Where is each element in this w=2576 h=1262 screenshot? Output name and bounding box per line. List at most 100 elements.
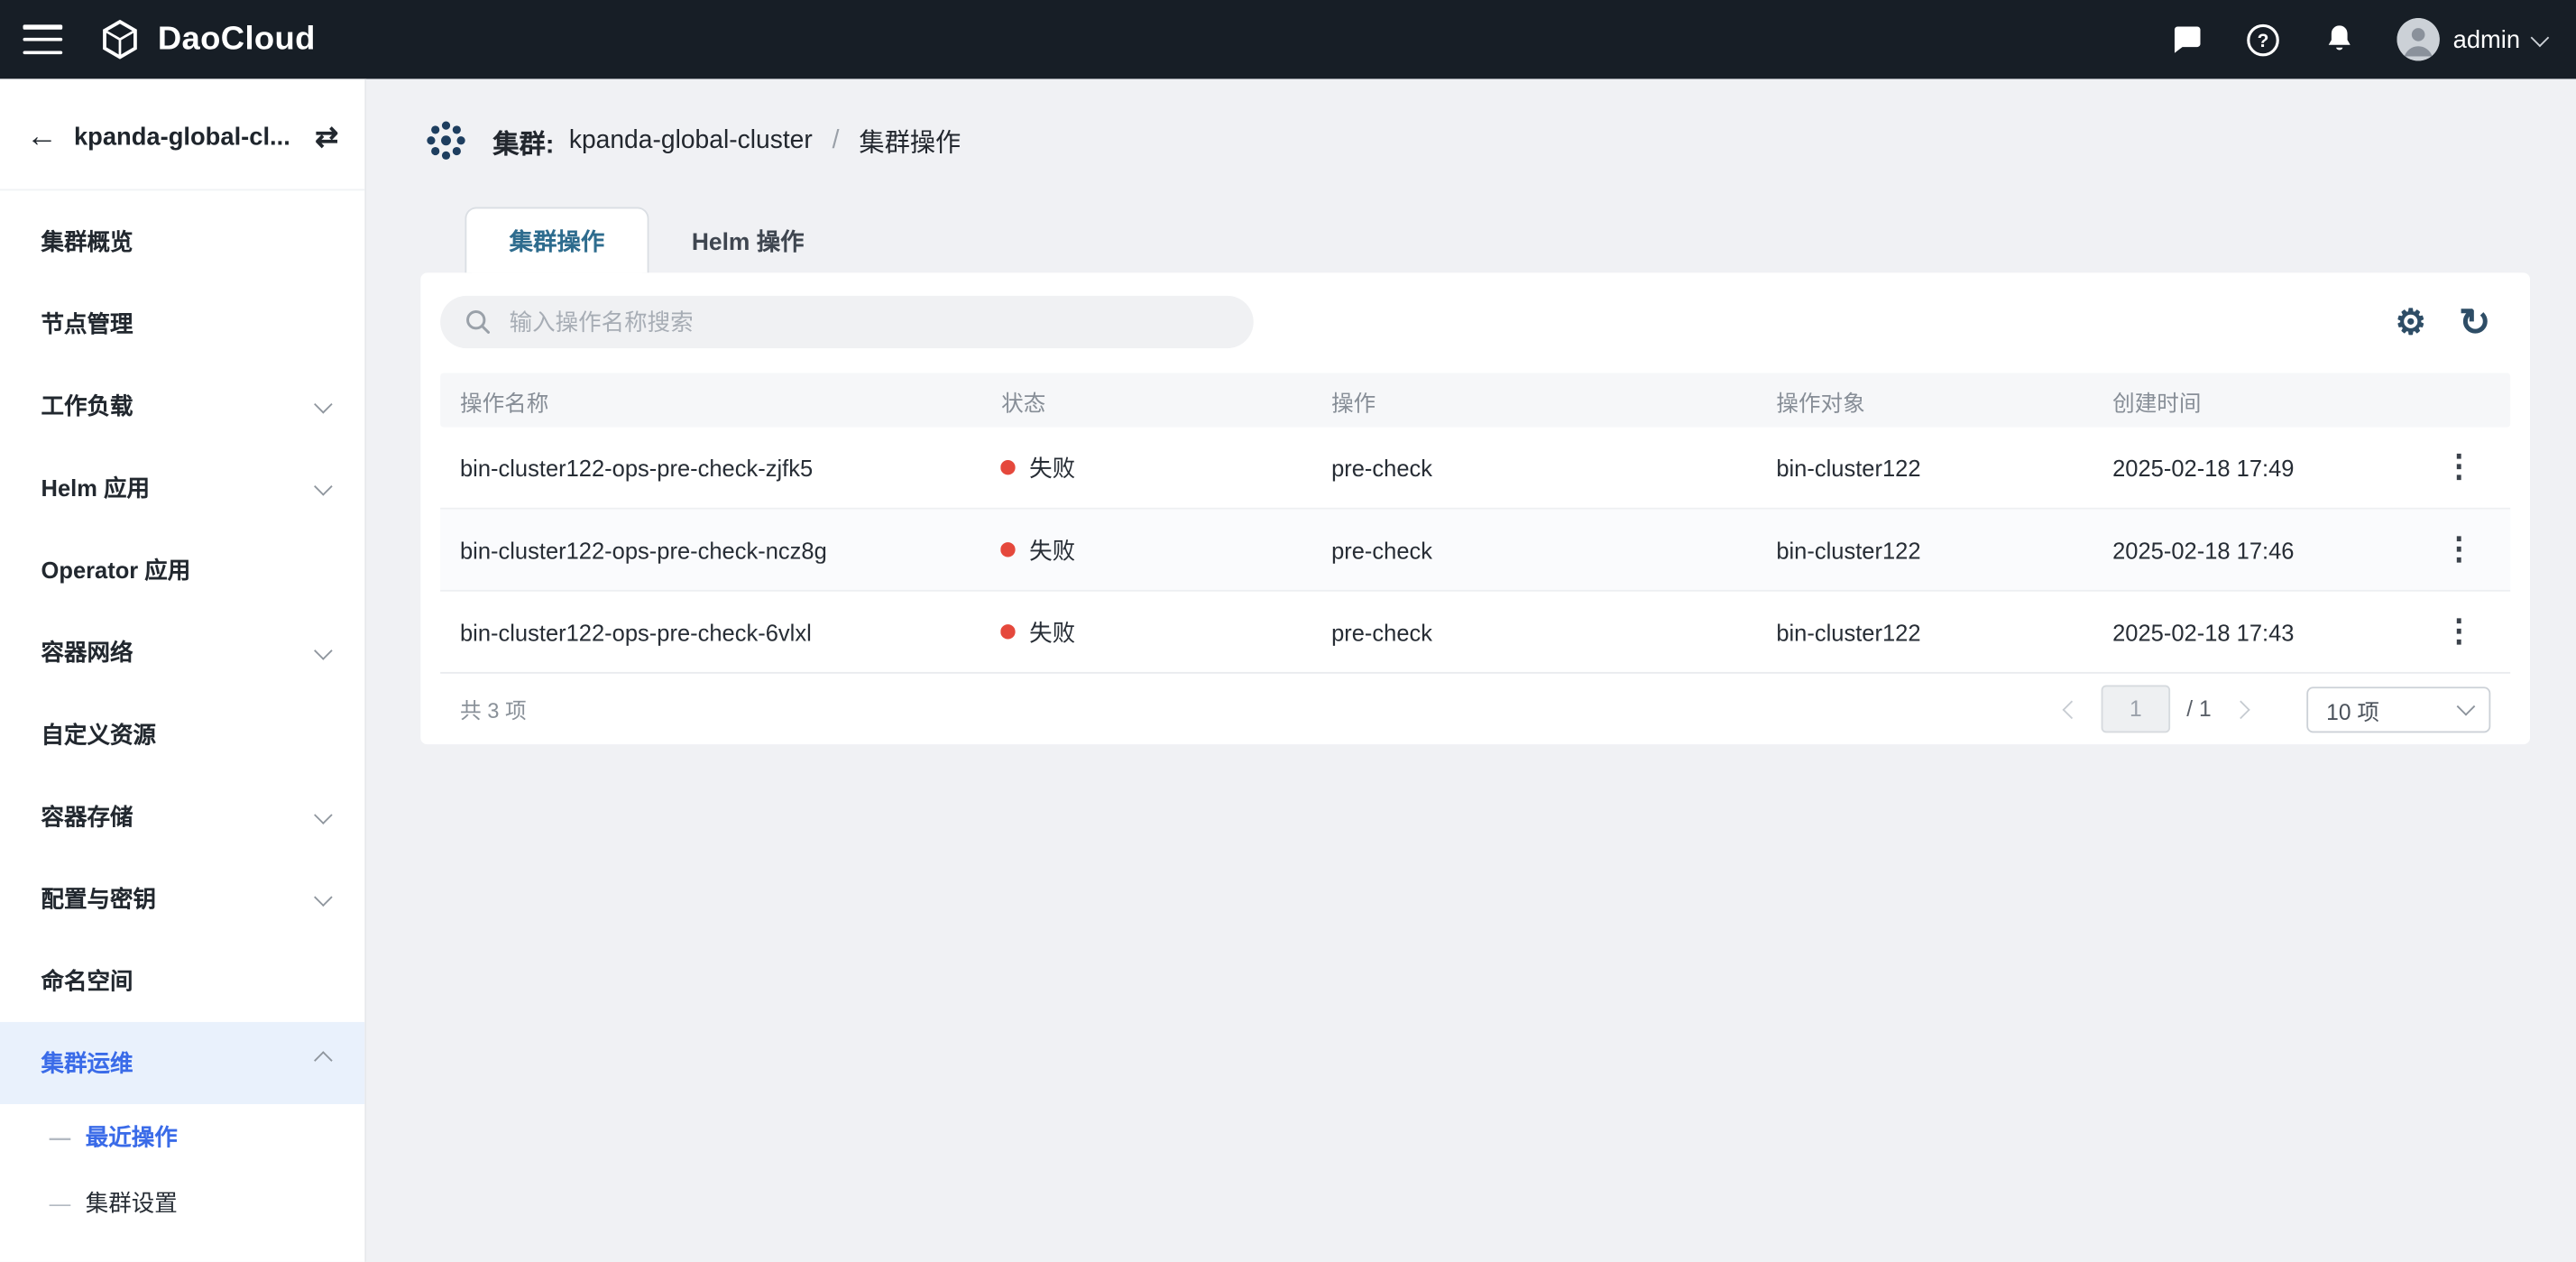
- cluster-dots-icon: [420, 115, 471, 166]
- operation-type: pre-check: [1331, 619, 1776, 645]
- notifications-button[interactable]: [2322, 22, 2358, 58]
- sidebar-item-label: 自定义资源: [41, 718, 156, 751]
- sidebar-item-helm-apps[interactable]: Helm 应用: [0, 447, 364, 529]
- sidebar-item-label: Operator 应用: [41, 554, 191, 586]
- created-time: 2025-02-18 17:46: [2112, 537, 2424, 563]
- chevron-down-icon: [314, 642, 331, 659]
- username: admin: [2453, 25, 2520, 53]
- chevron-down-icon: [314, 395, 331, 412]
- tab-cluster-operations[interactable]: 集群操作: [465, 207, 649, 273]
- sidebar: ← kpanda-global-cl... ⇄ 集群概览 节点管理 工作负载 H…: [0, 78, 366, 1261]
- kebab-icon: ⋮: [2443, 532, 2475, 567]
- operation-type: pre-check: [1331, 537, 1776, 563]
- table-row: bin-cluster122-ops-pre-check-ncz8g 失败 pr…: [440, 510, 2510, 592]
- column-settings-button[interactable]: ⚙: [2395, 305, 2425, 339]
- row-actions-button[interactable]: ⋮: [2430, 528, 2488, 572]
- sidebar-item-container-network[interactable]: 容器网络: [0, 612, 364, 694]
- sidebar-item-config-secrets[interactable]: 配置与密钥: [0, 858, 364, 940]
- page-size-select[interactable]: 10 项: [2306, 686, 2490, 732]
- table-header: 操作名称 状态 操作 操作对象 创建时间: [440, 373, 2510, 427]
- sidebar-item-node-management[interactable]: 节点管理: [0, 282, 364, 364]
- created-time: 2025-02-18 17:43: [2112, 619, 2424, 645]
- search-box: [440, 296, 1254, 348]
- main-content: 集群: kpanda-global-cluster / 集群操作 集群操作 He…: [366, 78, 2576, 1261]
- sidebar-subitem-cluster-settings[interactable]: — 集群设置: [0, 1170, 364, 1236]
- pagination: / 1 10 项: [2058, 686, 2490, 733]
- brand-name: DaoCloud: [158, 21, 316, 59]
- operation-target: bin-cluster122: [1776, 455, 2112, 481]
- operation-name: bin-cluster122-ops-pre-check-ncz8g: [460, 537, 1001, 563]
- row-actions-button[interactable]: ⋮: [2430, 446, 2488, 490]
- svg-text:?: ?: [2258, 30, 2269, 51]
- chevron-down-icon: [2531, 28, 2550, 47]
- page-total: / 1: [2186, 696, 2211, 721]
- sidebar-item-label: 容器网络: [41, 636, 133, 668]
- sidebar-item-label: 命名空间: [41, 964, 133, 997]
- sidebar-cluster-header: ← kpanda-global-cl... ⇄: [0, 78, 364, 190]
- prev-page-button[interactable]: [2058, 695, 2084, 722]
- search-icon: [464, 308, 493, 337]
- refresh-button[interactable]: ↻: [2459, 303, 2490, 341]
- sidebar-item-namespaces[interactable]: 命名空间: [0, 940, 364, 1022]
- breadcrumb-cluster-name[interactable]: kpanda-global-cluster: [569, 125, 813, 155]
- bell-icon: [2322, 22, 2358, 58]
- chevron-up-icon: [314, 1053, 331, 1070]
- sidebar-item-cluster-ops[interactable]: 集群运维: [0, 1022, 364, 1104]
- brand[interactable]: DaoCloud: [98, 18, 316, 60]
- status-text: 失败: [1029, 615, 1075, 648]
- status-dot-failed: [1001, 542, 1016, 557]
- page-size-value: 10 项: [2326, 693, 2379, 725]
- table-footer: 共 3 项 / 1 10 项: [440, 674, 2510, 744]
- table-row: bin-cluster122-ops-pre-check-zjfk5 失败 pr…: [440, 428, 2510, 510]
- row-actions-button[interactable]: ⋮: [2430, 610, 2488, 654]
- operation-target: bin-cluster122: [1776, 619, 2112, 645]
- total-count: 共 3 项: [460, 694, 527, 725]
- chevron-right-icon: [2231, 700, 2250, 719]
- app-viewport: DaoCloud ?: [0, 0, 2576, 1262]
- column-header-target: 操作对象: [1776, 383, 2112, 416]
- sidebar-item-operator-apps[interactable]: Operator 应用: [0, 530, 364, 612]
- sidebar-item-label: 节点管理: [41, 308, 133, 340]
- sidebar-cluster-name: kpanda-global-cl...: [74, 124, 299, 152]
- daocloud-logo-icon: [98, 18, 141, 60]
- switch-cluster-icon[interactable]: ⇄: [315, 124, 338, 152]
- sidebar-item-container-storage[interactable]: 容器存储: [0, 776, 364, 858]
- next-page-button[interactable]: [2228, 695, 2254, 722]
- sidebar-item-label: Helm 应用: [41, 472, 150, 504]
- refresh-icon: ↻: [2459, 299, 2490, 342]
- chat-icon: [2169, 22, 2205, 58]
- sidebar-item-label: 工作负载: [41, 390, 133, 422]
- sidebar-item-label: 配置与密钥: [41, 882, 156, 915]
- breadcrumb: 集群: kpanda-global-cluster / 集群操作: [420, 115, 2530, 166]
- chevron-down-icon: [314, 477, 331, 494]
- tab-helm-operations[interactable]: Helm 操作: [649, 207, 846, 273]
- sidebar-subitem-recent-operations[interactable]: — 最近操作: [0, 1104, 364, 1170]
- table-body: bin-cluster122-ops-pre-check-zjfk5 失败 pr…: [440, 428, 2510, 674]
- search-input[interactable]: [506, 308, 1230, 337]
- messages-button[interactable]: [2169, 22, 2205, 58]
- status-dot-failed: [1001, 460, 1016, 474]
- operation-name: bin-cluster122-ops-pre-check-6vlxl: [460, 619, 1001, 645]
- sidebar-subitem-label: 最近操作: [86, 1120, 178, 1153]
- operation-type: pre-check: [1331, 455, 1776, 481]
- sidebar-item-label: 集群运维: [41, 1046, 133, 1079]
- sidebar-item-workloads[interactable]: 工作负载: [0, 364, 364, 447]
- back-arrow-icon[interactable]: ←: [26, 122, 58, 153]
- status-dot-failed: [1001, 624, 1016, 639]
- sidebar-item-label: 容器存储: [41, 800, 133, 833]
- user-menu[interactable]: admin: [2397, 18, 2546, 60]
- help-icon: ?: [2244, 21, 2282, 59]
- chevron-left-icon: [2062, 700, 2081, 719]
- column-header-status: 状态: [1001, 383, 1331, 416]
- kebab-icon: ⋮: [2443, 450, 2475, 484]
- chevron-down-icon: [2457, 697, 2476, 716]
- page-input[interactable]: [2102, 686, 2171, 733]
- operations-table: 操作名称 状态 操作 操作对象 创建时间 bin-cluster122-ops-…: [440, 373, 2510, 673]
- menu-toggle-button[interactable]: [23, 24, 63, 54]
- help-button[interactable]: ?: [2244, 21, 2282, 59]
- operation-target: bin-cluster122: [1776, 537, 2112, 563]
- sidebar-item-custom-resources[interactable]: 自定义资源: [0, 694, 364, 776]
- sidebar-item-cluster-overview[interactable]: 集群概览: [0, 200, 364, 282]
- sidebar-item-label: 集群概览: [41, 226, 133, 258]
- column-header-created: 创建时间: [2112, 383, 2424, 416]
